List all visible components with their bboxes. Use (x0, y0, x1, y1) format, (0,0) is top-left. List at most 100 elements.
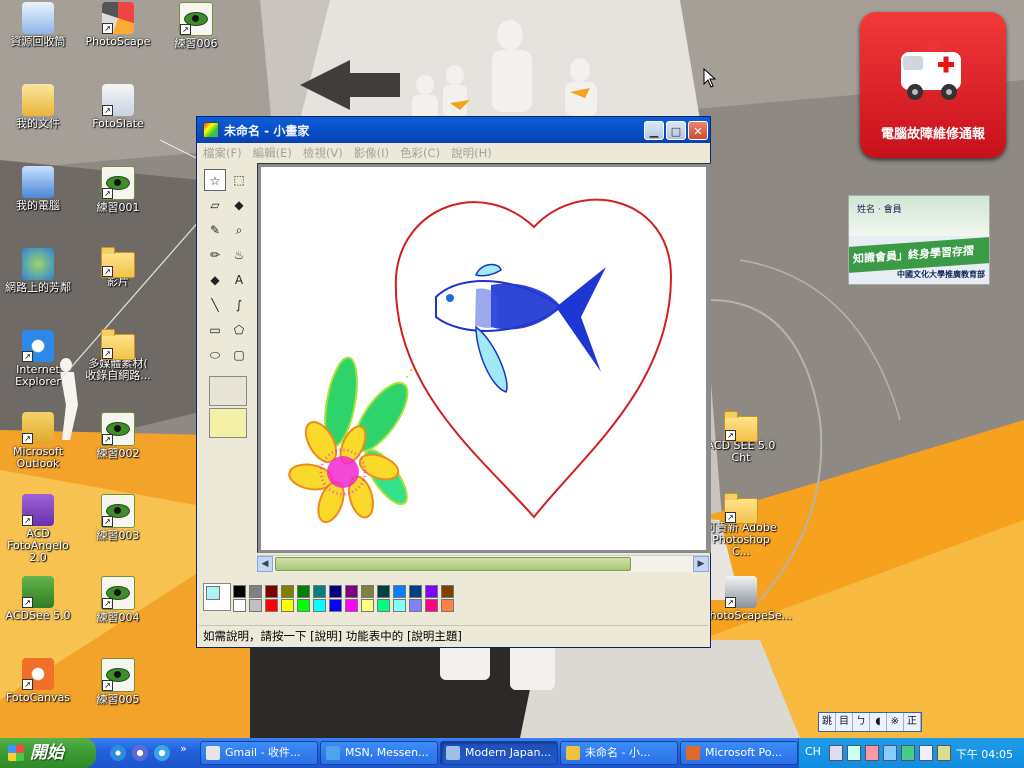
palette-swatch[interactable] (441, 585, 454, 598)
palette-swatch[interactable] (265, 585, 278, 598)
desktop-icon[interactable]: 我的電腦 (0, 166, 76, 212)
fill-tool[interactable]: ◆ (228, 194, 250, 216)
current-colors[interactable] (203, 583, 231, 611)
desktop-icon[interactable]: ↗ 影片 (80, 247, 156, 288)
ime-button[interactable]: ㄅ (853, 713, 870, 731)
close-button[interactable]: ✕ (688, 120, 708, 140)
palette-swatch[interactable] (281, 599, 294, 612)
palette-swatch[interactable] (377, 585, 390, 598)
palette-swatch[interactable] (233, 585, 246, 598)
palette-swatch[interactable] (377, 599, 390, 612)
taskbar-button[interactable]: 未命名 - 小... (560, 741, 678, 765)
airbrush-tool[interactable]: ◆ (204, 269, 226, 291)
desktop-icon[interactable]: 網路上的芳鄰 (0, 248, 76, 294)
pick-color-tool[interactable]: ✎ (204, 219, 226, 241)
desktop-icon[interactable]: ↗ 練習006 (158, 2, 234, 50)
palette-swatch[interactable] (313, 599, 326, 612)
desktop-icon[interactable]: ↗ Internet Explorer (0, 330, 76, 388)
desktop-icon[interactable]: 資源回收筒 (0, 2, 76, 48)
tray-check-icon[interactable] (847, 745, 861, 761)
ellipse-tool[interactable]: ⬭ (204, 344, 226, 366)
polygon-tool[interactable]: ⬠ (228, 319, 250, 341)
palette-swatch[interactable] (425, 599, 438, 612)
palette-swatch[interactable] (409, 599, 422, 612)
taskbar-button[interactable]: MSN, Messen... (320, 741, 438, 765)
palette-swatch[interactable] (249, 585, 262, 598)
ime-button[interactable]: ※ (887, 713, 904, 731)
menu-item[interactable]: 檔案(F) (203, 145, 242, 161)
palette-swatch[interactable] (297, 585, 310, 598)
menu-item[interactable]: 編輯(E) (253, 145, 292, 161)
menu-item[interactable]: 影像(I) (354, 145, 389, 161)
tray-security-icon[interactable] (919, 745, 933, 761)
desktop-icon[interactable]: ↗ 練習003 (80, 494, 156, 542)
tray-lock-icon[interactable] (937, 745, 951, 761)
palette-swatch[interactable] (233, 599, 246, 612)
palette-swatch[interactable] (393, 585, 406, 598)
palette-swatch[interactable] (393, 599, 406, 612)
taskbar-button[interactable]: Microsoft Po... (680, 741, 798, 765)
clock[interactable]: 下午 04:05 (956, 746, 1013, 762)
desktop-icon[interactable]: ↗ FotoSlate (80, 84, 156, 130)
tray-q-icon[interactable] (901, 745, 915, 761)
maximize-button[interactable]: □ (666, 120, 686, 140)
scroll-left-arrow-icon[interactable]: ◀ (257, 556, 273, 572)
ime-button[interactable]: ◖ (870, 713, 887, 731)
palette-swatch[interactable] (425, 585, 438, 598)
start-button[interactable]: 開始 (0, 738, 96, 768)
language-indicator[interactable]: CH (805, 745, 821, 758)
paint-app-icon[interactable] (203, 122, 219, 138)
palette-swatch[interactable] (345, 599, 358, 612)
desktop-icon[interactable]: ↗ PhotoScape (80, 2, 156, 48)
scroll-thumb[interactable] (275, 557, 631, 571)
palette-swatch[interactable] (361, 585, 374, 598)
rectangle-tool[interactable]: ▭ (204, 319, 226, 341)
palette-swatch[interactable] (281, 585, 294, 598)
desktop-icon[interactable]: ↗ FotoCanvas (0, 658, 76, 704)
palette-swatch[interactable] (313, 585, 326, 598)
eraser-tool[interactable]: ▱ (204, 194, 226, 216)
minimize-button[interactable]: ▁ (644, 120, 664, 140)
desktop-icon[interactable]: 我的文件 (0, 84, 76, 130)
member-banner-image[interactable]: 姓名 · 會員 知識會員」終身學習存摺 中國文化大學推廣教育部 (848, 195, 990, 285)
desktop-icon[interactable]: ↗ 練習001 (80, 166, 156, 214)
palette-swatch[interactable] (329, 599, 342, 612)
paint-titlebar[interactable]: 未命名 - 小畫家 ▁ □ ✕ (197, 117, 710, 143)
paint-window[interactable]: 未命名 - 小畫家 ▁ □ ✕ 檔案(F) 編輯(E) 檢視(V) 影像(I) 色彩(C… (196, 116, 711, 648)
palette-swatch[interactable] (249, 599, 262, 612)
desktop-icon[interactable]: ↗ 練習002 (80, 412, 156, 460)
rect-select-tool[interactable]: ⬚ (228, 169, 250, 191)
tray-back-icon[interactable] (865, 745, 879, 761)
pencil-tool[interactable]: ✏ (204, 244, 226, 266)
free-select-tool[interactable]: ☆ (204, 169, 226, 191)
keyboard-icon[interactable] (829, 745, 843, 761)
desktop-icon[interactable]: ↗ ACD SEE 5.0 Cht (703, 411, 779, 464)
rounded-rect-tool[interactable]: ▢ (228, 344, 250, 366)
desktop-icon[interactable]: ↗ Microsoft Outlook (0, 412, 76, 470)
taskbar-button[interactable]: Gmail - 收件... (200, 741, 318, 765)
palette-swatch[interactable] (361, 599, 374, 612)
palette-swatch[interactable] (265, 599, 278, 612)
taskbar-button[interactable]: Modern Japan... (440, 741, 558, 765)
palette-swatch[interactable] (345, 585, 358, 598)
horizontal-scrollbar[interactable]: ◀ ▶ (257, 555, 709, 572)
curve-tool[interactable]: ∫ (228, 294, 250, 316)
brush-tool[interactable]: ♨ (228, 244, 250, 266)
desktop-icon[interactable]: ↗ ACD FotoAngelo 2.0 (0, 494, 76, 564)
tool-option-2[interactable] (209, 408, 247, 438)
palette-swatch[interactable] (409, 585, 422, 598)
tool-option-1[interactable] (209, 376, 247, 406)
menu-item[interactable]: 檢視(V) (303, 145, 343, 161)
palette-swatch[interactable] (441, 599, 454, 612)
text-tool[interactable]: A (228, 269, 250, 291)
desktop-icon[interactable]: ↗ 練習004 (80, 576, 156, 624)
line-tool[interactable]: ╲ (204, 294, 226, 316)
tray-network-icon[interactable] (883, 745, 897, 761)
repair-report-widget[interactable]: 電腦故障維修通報 (860, 12, 1006, 158)
desktop-icon[interactable]: ↗ 可貴新 Adobe Photoshop C... (703, 493, 779, 558)
desktop-icon[interactable]: ↗ 多媒體素材( 收錄自網路... (80, 329, 156, 382)
messenger-quicklaunch-icon[interactable] (154, 745, 170, 761)
menu-item[interactable]: 說明(H) (451, 145, 492, 161)
media-player-quicklaunch-icon[interactable] (132, 745, 148, 761)
desktop-icon[interactable]: ↗ PhotoScapeSe... (703, 576, 792, 622)
